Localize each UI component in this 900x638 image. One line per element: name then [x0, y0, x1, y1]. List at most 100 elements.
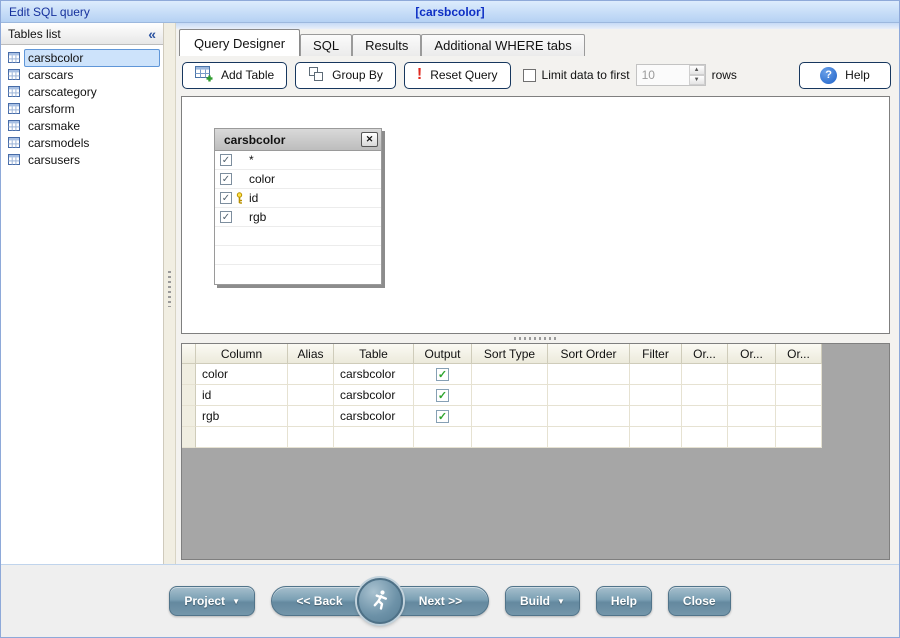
- cell-sort-order[interactable]: [548, 427, 630, 448]
- cell-or[interactable]: [776, 385, 822, 406]
- cell-or[interactable]: [682, 385, 728, 406]
- tab-additional-where[interactable]: Additional WHERE tabs: [421, 34, 584, 56]
- close-label: Close: [683, 594, 716, 608]
- table-card-carsbcolor[interactable]: carsbcolor ✕ * color: [214, 128, 382, 285]
- cell-table[interactable]: carsbcolor: [334, 385, 414, 406]
- build-button[interactable]: Build ▼: [505, 586, 580, 616]
- splitter-grip: [514, 337, 558, 340]
- grid-row-id: id carsbcolor: [182, 385, 822, 406]
- add-table-button[interactable]: Add Table: [182, 62, 287, 89]
- back-label: << Back: [296, 594, 342, 608]
- cell-column[interactable]: id: [196, 385, 288, 406]
- tab-sql[interactable]: SQL: [300, 34, 352, 56]
- close-icon[interactable]: ✕: [361, 132, 378, 147]
- table-icon: [8, 69, 24, 80]
- field-checkbox[interactable]: [220, 192, 232, 204]
- cell-or[interactable]: [776, 364, 822, 385]
- field-row-id[interactable]: id: [215, 189, 381, 208]
- cell-or[interactable]: [728, 364, 776, 385]
- help-button-footer[interactable]: Help: [596, 586, 652, 616]
- cell-alias[interactable]: [288, 385, 334, 406]
- cell-sort-order[interactable]: [548, 385, 630, 406]
- cell-filter[interactable]: [630, 364, 682, 385]
- tab-results[interactable]: Results: [352, 34, 421, 56]
- limit-rows-value[interactable]: 10: [637, 65, 689, 85]
- table-card-header[interactable]: carsbcolor ✕: [215, 129, 381, 151]
- cell-column[interactable]: color: [196, 364, 288, 385]
- cell-filter[interactable]: [630, 406, 682, 427]
- collapse-sidebar-icon[interactable]: «: [148, 27, 156, 41]
- output-checkbox[interactable]: [436, 389, 449, 402]
- cell-alias[interactable]: [288, 427, 334, 448]
- limit-checkbox[interactable]: [523, 69, 536, 82]
- column-header: Sort Order: [548, 344, 630, 364]
- row-selector[interactable]: [182, 364, 196, 385]
- limit-rows-spinner[interactable]: 10 ▲ ▼: [636, 64, 706, 86]
- sidebar-item-carscars[interactable]: carscars: [1, 66, 163, 83]
- limit-group: Limit data to first 10 ▲ ▼ rows: [523, 64, 737, 86]
- project-button[interactable]: Project ▼: [169, 586, 255, 616]
- cell-column[interactable]: rgb: [196, 406, 288, 427]
- cell-filter[interactable]: [630, 385, 682, 406]
- row-selector[interactable]: [182, 406, 196, 427]
- row-selector[interactable]: [182, 427, 196, 448]
- cell-or[interactable]: [776, 427, 822, 448]
- field-row-color[interactable]: color: [215, 170, 381, 189]
- cell-or[interactable]: [682, 427, 728, 448]
- sidebar-item-carsform[interactable]: carsform: [1, 100, 163, 117]
- cell-table[interactable]: carsbcolor: [334, 406, 414, 427]
- help-button-toolbar[interactable]: ? Help: [799, 62, 891, 89]
- row-selector[interactable]: [182, 385, 196, 406]
- cell-alias[interactable]: [288, 364, 334, 385]
- tables-sidebar: Tables list « carsbcolor carscars carsca…: [1, 23, 164, 564]
- cell-sort-type[interactable]: [472, 427, 548, 448]
- cell-or[interactable]: [728, 385, 776, 406]
- cell-table[interactable]: carsbcolor: [334, 364, 414, 385]
- cell-alias[interactable]: [288, 406, 334, 427]
- window-title: Edit SQL query: [9, 5, 90, 19]
- field-row-rgb[interactable]: rgb: [215, 208, 381, 227]
- reset-query-button[interactable]: ! Reset Query: [404, 62, 511, 89]
- cell-sort-type[interactable]: [472, 385, 548, 406]
- cell-sort-type[interactable]: [472, 364, 548, 385]
- group-by-button[interactable]: Group By: [295, 62, 396, 89]
- tab-label: SQL: [313, 38, 339, 53]
- cell-or[interactable]: [682, 406, 728, 427]
- sidebar-item-carsmodels[interactable]: carsmodels: [1, 134, 163, 151]
- field-row-star[interactable]: *: [215, 151, 381, 170]
- output-checkbox[interactable]: [436, 410, 449, 423]
- toolbar: Add Table Group By ! Reset Query Limit d…: [176, 56, 899, 94]
- cell-table[interactable]: [334, 427, 414, 448]
- cell-sort-order[interactable]: [548, 406, 630, 427]
- close-button[interactable]: Close: [668, 586, 731, 616]
- field-checkbox[interactable]: [220, 154, 232, 166]
- sidebar-item-carscategory[interactable]: carscategory: [1, 83, 163, 100]
- cell-or[interactable]: [728, 427, 776, 448]
- cell-column[interactable]: [196, 427, 288, 448]
- sidebar-item-carsusers[interactable]: carsusers: [1, 151, 163, 168]
- tab-label: Additional WHERE tabs: [434, 38, 571, 53]
- cell-filter[interactable]: [630, 427, 682, 448]
- cell-or[interactable]: [728, 406, 776, 427]
- cell-or[interactable]: [682, 364, 728, 385]
- spinner-up-icon[interactable]: ▲: [689, 65, 705, 75]
- spinner-down-icon[interactable]: ▼: [689, 75, 705, 85]
- cell-or[interactable]: [776, 406, 822, 427]
- query-design-canvas[interactable]: carsbcolor ✕ * color: [181, 96, 890, 334]
- column-header: Filter: [630, 344, 682, 364]
- tab-query-designer[interactable]: Query Designer: [179, 29, 300, 56]
- table-icon: [8, 52, 24, 63]
- cell-sort-type[interactable]: [472, 406, 548, 427]
- designer-grid-splitter[interactable]: [181, 334, 890, 343]
- sidebar-item-carsbcolor[interactable]: carsbcolor: [1, 49, 163, 66]
- sidebar-splitter[interactable]: [164, 23, 176, 564]
- field-checkbox[interactable]: [220, 173, 232, 185]
- output-checkbox[interactable]: [436, 368, 449, 381]
- criteria-grid-panel: Column Alias Table Output Sort Type Sort…: [181, 343, 890, 560]
- field-checkbox[interactable]: [220, 211, 232, 223]
- cell-sort-order[interactable]: [548, 364, 630, 385]
- cell-output[interactable]: [414, 427, 472, 448]
- wizard-nav: << Back Next >>: [271, 586, 489, 616]
- run-query-button[interactable]: [357, 578, 403, 624]
- sidebar-item-carsmake[interactable]: carsmake: [1, 117, 163, 134]
